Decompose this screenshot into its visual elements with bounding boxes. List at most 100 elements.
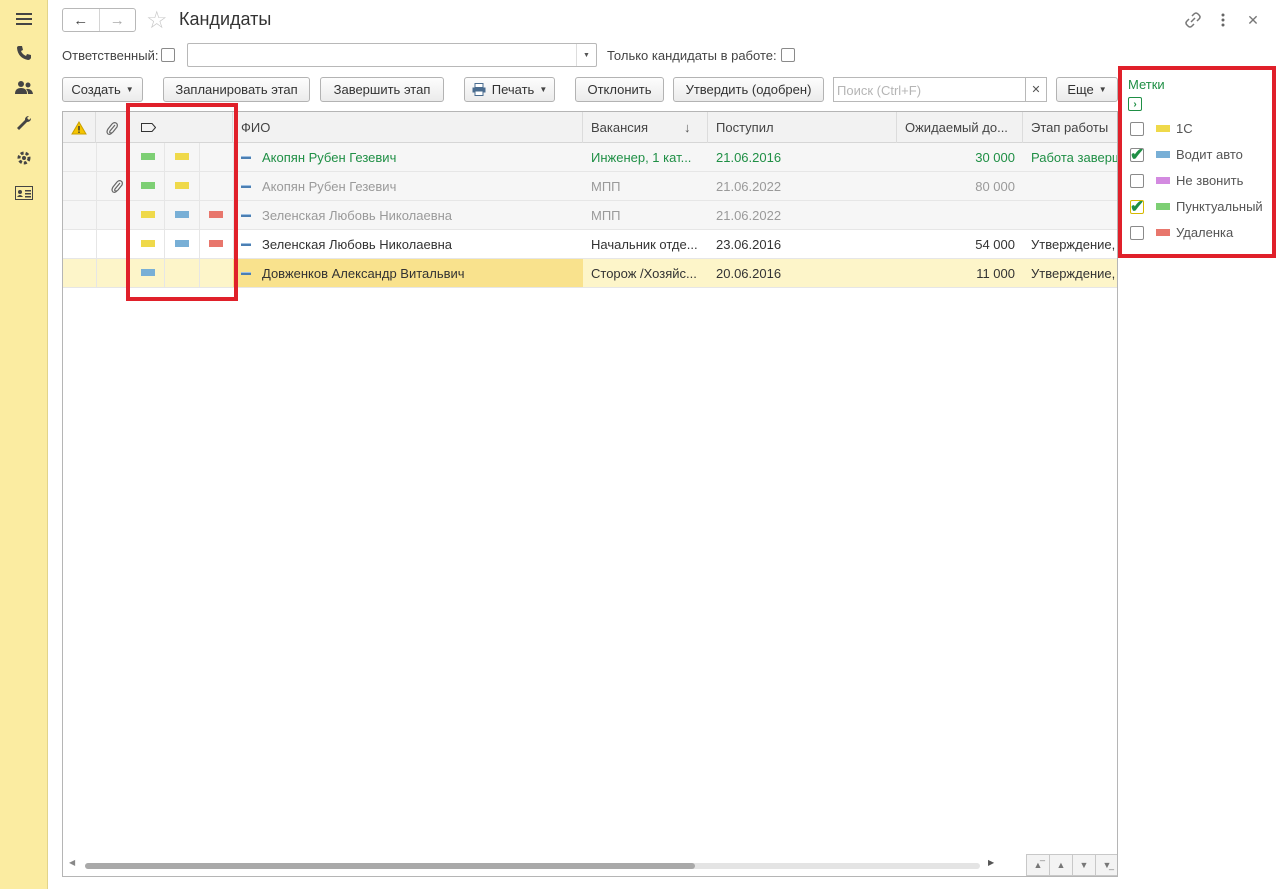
column-header-fio[interactable]: ФИО (233, 112, 583, 143)
tag-filter-checkbox[interactable] (1130, 174, 1144, 188)
warning-column-header[interactable] (63, 112, 96, 143)
yellow-tag-icon (175, 153, 189, 160)
tag-filter-checkbox[interactable] (1130, 122, 1144, 136)
cell-vacancy: МПП (583, 201, 708, 229)
row-tag (209, 240, 223, 247)
users-icon[interactable] (12, 76, 36, 100)
navigation-buttons: ← → (62, 8, 136, 32)
search-input[interactable]: Поиск (Ctrl+F) (833, 77, 1046, 102)
print-button[interactable]: Печать ▼ (464, 77, 555, 102)
row-tag (175, 182, 189, 189)
table-row[interactable]: Зеленская Любовь Николаевна МПП 21.06.2022 (63, 201, 1117, 230)
caret-down-icon: ▼ (1098, 85, 1107, 94)
yellow-tag-icon (175, 182, 189, 189)
attachment-column-header[interactable] (96, 112, 129, 143)
go-up-icon[interactable]: ▲ (1049, 854, 1073, 876)
tag-filter-checkbox[interactable]: ✔ (1130, 197, 1144, 216)
row-tag (141, 153, 155, 160)
cell-stage: Работа заверш (1023, 143, 1117, 171)
cell-fio-text: Зеленская Любовь Николаевна (262, 236, 453, 252)
cell-vacancy-text: МПП (591, 207, 621, 223)
forward-button[interactable]: → (98, 9, 136, 31)
go-first-icon[interactable]: ▲̅ (1026, 854, 1050, 876)
column-divider (96, 201, 97, 229)
tag-filter-checkbox[interactable]: ✔ (1130, 145, 1144, 164)
cell-vacancy: Сторож /Хозяйс... (583, 259, 708, 287)
responsible-select[interactable]: ▼ (187, 43, 597, 67)
gear-icon[interactable] (12, 146, 36, 170)
tag-filter-item[interactable]: ✔ Пунктуальный (1130, 197, 1270, 217)
horizontal-scrollbar[interactable]: ◀ ▶ ▲̅ ▲ ▼ ▼̲ (63, 852, 1117, 876)
cell-received: 20.06.2016 (708, 259, 897, 287)
column-divider (164, 172, 165, 200)
tag-filter-item[interactable]: ✔ Водит авто (1130, 145, 1270, 165)
cell-vacancy: МПП (583, 172, 708, 200)
column-divider (199, 230, 200, 258)
column-divider (164, 201, 165, 229)
cell-fio-text: Довженков Александр Витальвич (262, 265, 465, 281)
create-button[interactable]: Создать ▼ (62, 77, 143, 102)
table-row[interactable]: Акопян Рубен Гезевич Инженер, 1 кат... 21.… (63, 143, 1117, 172)
printer-icon (472, 83, 486, 96)
scroll-left-icon[interactable]: ◀ (69, 858, 75, 867)
cell-received: 21.06.2022 (708, 172, 897, 200)
green-tag-icon (141, 153, 155, 160)
column-header-received[interactable]: Поступил (708, 112, 897, 143)
table-row[interactable]: Зеленская Любовь Николаевна Начальник отд… (63, 230, 1117, 259)
go-last-icon[interactable]: ▼̲ (1095, 854, 1117, 876)
cell-stage: Утверждение, (1023, 259, 1117, 287)
plan-stage-button[interactable]: Запланировать этап (163, 77, 310, 102)
cell-received-text: 21.06.2016 (716, 149, 782, 165)
column-header-expected[interactable]: Ожидаемый до... (897, 112, 1023, 143)
column-header-stage[interactable]: Этап работы (1023, 112, 1117, 143)
id-card-icon[interactable] (12, 181, 36, 205)
table-row[interactable]: Акопян Рубен Гезевич МПП 21.06.2022 80 000 (63, 172, 1117, 201)
row-tag (141, 182, 155, 189)
red-tag-icon (1156, 229, 1170, 236)
tag-filter-item[interactable]: 1С (1130, 119, 1270, 139)
row-tag (141, 240, 155, 247)
wrench-icon[interactable] (12, 111, 36, 135)
scroll-right-icon[interactable]: ▶ (988, 858, 994, 867)
yellow-tag-icon (141, 211, 155, 218)
cell-expected: 80 000 (897, 172, 1023, 200)
cell-expected: 54 000 (897, 230, 1023, 258)
tag-filter-item[interactable]: Не звонить (1130, 171, 1270, 191)
column-divider (129, 143, 130, 171)
blue-tag-icon (1156, 151, 1170, 158)
cell-vacancy-text: Сторож /Хозяйс... (591, 265, 697, 281)
column-divider (96, 143, 97, 171)
back-button[interactable]: ← (63, 9, 99, 31)
blue-tag-icon (141, 269, 155, 276)
tag-filter-item[interactable]: Удаленка (1130, 223, 1270, 243)
reject-button[interactable]: Отклонить (575, 77, 664, 102)
close-icon[interactable]: ✕ (1243, 10, 1263, 30)
approve-button[interactable]: Утвердить (одобрен) (673, 77, 824, 102)
expand-icon[interactable]: › (1128, 97, 1142, 111)
paperclip-icon[interactable] (103, 172, 129, 200)
more-vert-icon[interactable] (1213, 10, 1233, 30)
scroll-thumb[interactable] (85, 863, 695, 869)
favorite-star-icon[interactable]: ☆ (146, 6, 168, 35)
responsible-checkbox[interactable] (161, 48, 175, 62)
cell-fio: Акопян Рубен Гезевич (233, 143, 583, 171)
cell-expected-text: 80 000 (975, 178, 1015, 194)
column-header-vacancy[interactable]: Вакансия ↓ (583, 112, 708, 143)
red-tag-icon (209, 211, 223, 218)
go-down-icon[interactable]: ▼ (1072, 854, 1096, 876)
clear-search-icon[interactable]: ✕ (1025, 77, 1047, 102)
phone-icon[interactable] (12, 41, 36, 65)
tags-column-header[interactable] (129, 112, 233, 143)
column-divider (164, 259, 165, 287)
blue-tag-icon (175, 211, 189, 218)
more-button[interactable]: Еще ▼ (1056, 77, 1118, 102)
tag-filter-checkbox[interactable] (1130, 226, 1144, 240)
chevron-down-icon[interactable]: ▼ (576, 44, 596, 66)
cell-expected (897, 201, 1023, 229)
menu-icon[interactable] (12, 7, 36, 31)
link-icon[interactable] (1183, 10, 1203, 30)
table-row[interactable]: Довженков Александр Витальвич Сторож /Хоз… (63, 259, 1117, 288)
only-active-checkbox[interactable] (781, 48, 795, 62)
tags-panel: Метки › 1С ✔ Водит авто Не звонить ✔ Пунктуал… (1127, 73, 1272, 256)
finish-stage-button[interactable]: Завершить этап (320, 77, 444, 102)
